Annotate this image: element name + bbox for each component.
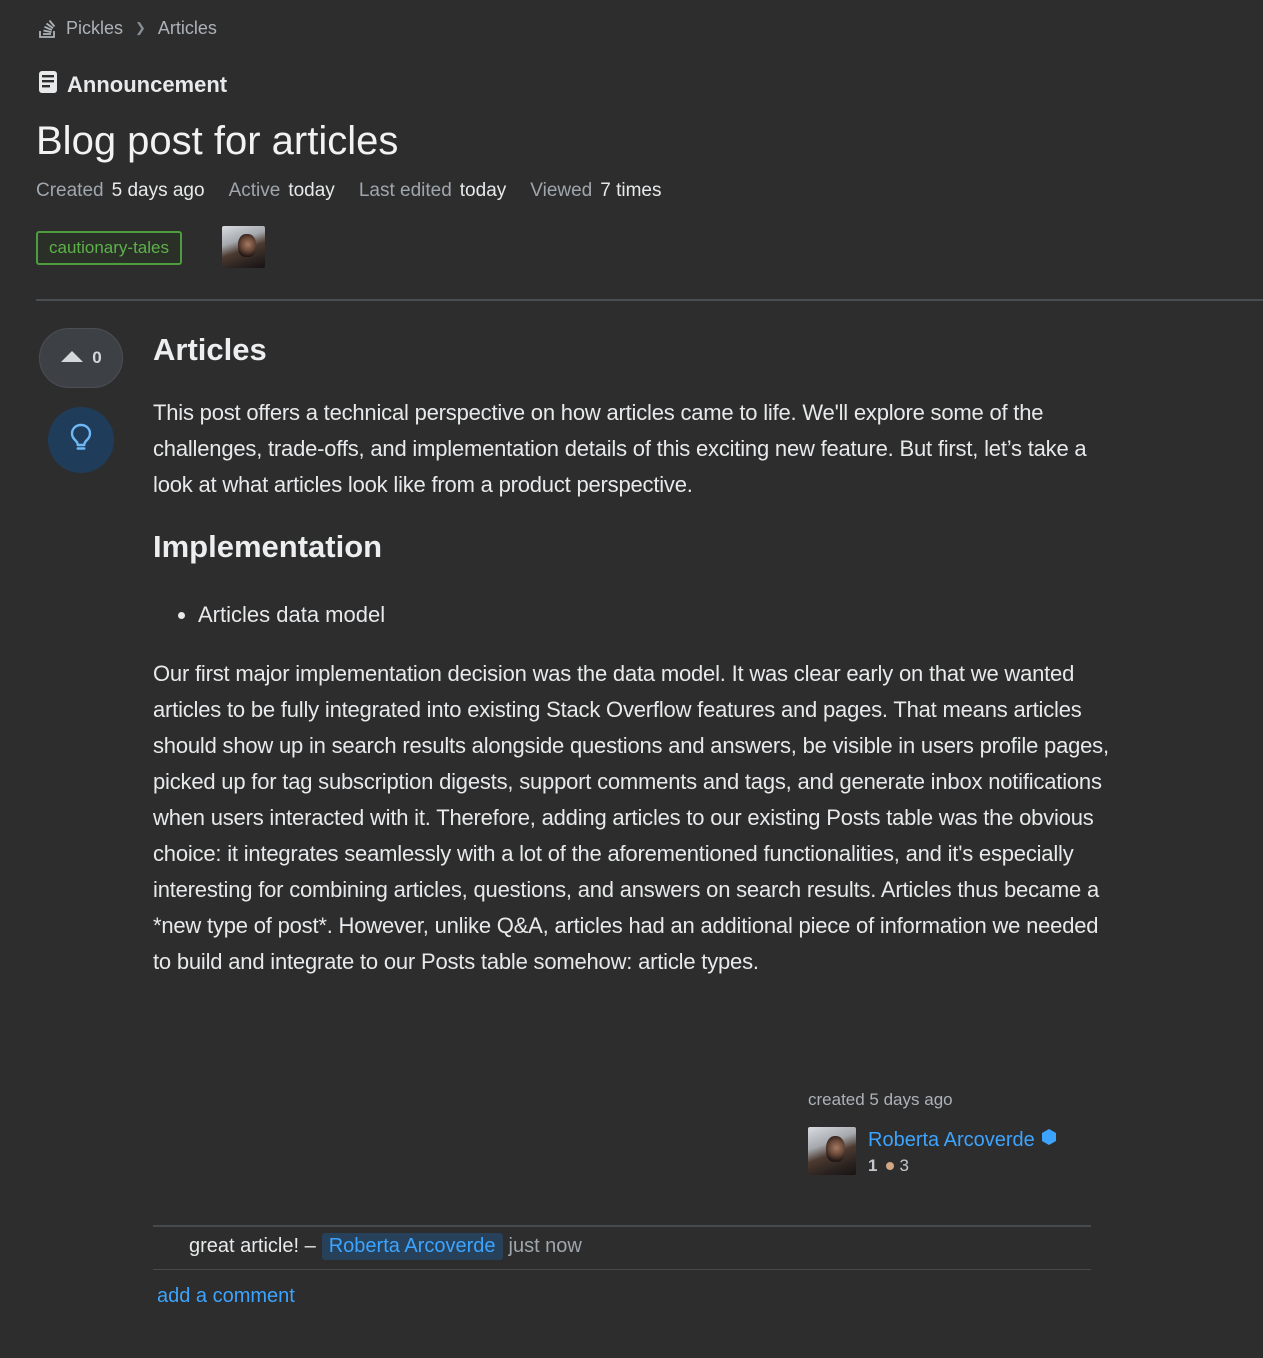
- bullet-dot: [178, 611, 185, 619]
- meta-edited: Last edited today: [359, 180, 506, 202]
- signature-user: Roberta Arcoverde 1 3: [808, 1127, 1057, 1176]
- meta-active: Active today: [229, 180, 335, 202]
- signature-details: Roberta Arcoverde 1 3: [868, 1128, 1057, 1176]
- meta-created-value[interactable]: 5 days ago: [112, 180, 205, 202]
- meta-active-value[interactable]: today: [288, 180, 334, 202]
- meta-edited-label: Last edited: [358, 180, 452, 201]
- meta-viewed: Viewed 7 times: [530, 180, 661, 202]
- bullet-list: Articles data model: [153, 597, 385, 633]
- meta-edited-value[interactable]: today: [460, 180, 506, 202]
- caret-up-icon: [60, 348, 84, 368]
- add-comment-link[interactable]: add a comment: [157, 1285, 295, 1308]
- article-type: Announcement: [38, 70, 227, 100]
- comments-divider-top: [153, 1225, 1091, 1227]
- article-type-label: Announcement: [67, 72, 228, 97]
- stack-pickles-icon: [38, 17, 58, 39]
- main-paragraph: Our first major implementation decision …: [153, 661, 1109, 974]
- meta-viewed-value: 7 times: [600, 180, 662, 201]
- upvote-button[interactable]: 0: [39, 328, 123, 388]
- signature-reputation: 1 3: [868, 1156, 1057, 1176]
- comment-text: great article! –: [189, 1235, 316, 1257]
- page-title: Blog post for articles: [36, 119, 399, 163]
- intro-paragraph: This post offers a technical perspective…: [153, 400, 1087, 497]
- post-meta: Created 5 days ago Active today Last edi…: [36, 180, 662, 202]
- meta-created: Created 5 days ago: [36, 180, 205, 202]
- vote-count: 0: [92, 348, 102, 367]
- article-page: Pickles ❯ Articles Announcement Blog pos…: [0, 0, 1263, 1358]
- list-item-text: Articles data model: [198, 602, 386, 627]
- bronze-badge-count: 3: [899, 1156, 909, 1175]
- meta-active-label: Active: [228, 180, 281, 201]
- heading-implementation: Implementation: [153, 529, 383, 564]
- heading-articles: Articles: [153, 332, 267, 367]
- reputation-score: 1: [868, 1156, 878, 1175]
- comment-row: great article! – Roberta Arcoverde just …: [189, 1233, 582, 1260]
- comment-user-link[interactable]: Roberta Arcoverde: [321, 1233, 503, 1260]
- breadcrumb-item-articles[interactable]: Articles: [158, 18, 217, 39]
- bulb-button[interactable]: [48, 407, 114, 473]
- diamond-badge-icon: [1041, 1128, 1057, 1152]
- signature-user-name: Roberta Arcoverde: [868, 1128, 1035, 1151]
- document-icon: [38, 70, 58, 100]
- chevron-right-icon: ❯: [135, 20, 146, 35]
- list-item: Articles data model: [153, 597, 385, 633]
- meta-viewed-label: Viewed: [530, 180, 593, 201]
- breadcrumb-item-pickles[interactable]: Pickles: [66, 18, 123, 39]
- signature-user-link[interactable]: Roberta Arcoverde: [868, 1128, 1057, 1152]
- meta-created-label: Created: [36, 180, 104, 201]
- comments-divider-bottom: [153, 1269, 1091, 1270]
- author-avatar[interactable]: [222, 226, 265, 268]
- lightbulb-icon: [69, 423, 93, 458]
- bronze-badge-icon: [886, 1162, 895, 1170]
- signature-action-time: created 5 days ago: [808, 1090, 953, 1109]
- tag-cautionary-tales[interactable]: cautionary-tales: [36, 231, 182, 265]
- header-divider: [36, 299, 1263, 301]
- breadcrumb: Pickles ❯ Articles: [38, 17, 217, 39]
- user-signature: created 5 days ago Roberta Arcoverde 1 3: [808, 1090, 1068, 1175]
- signature-avatar[interactable]: [808, 1127, 856, 1175]
- comment-time[interactable]: just now: [509, 1235, 582, 1258]
